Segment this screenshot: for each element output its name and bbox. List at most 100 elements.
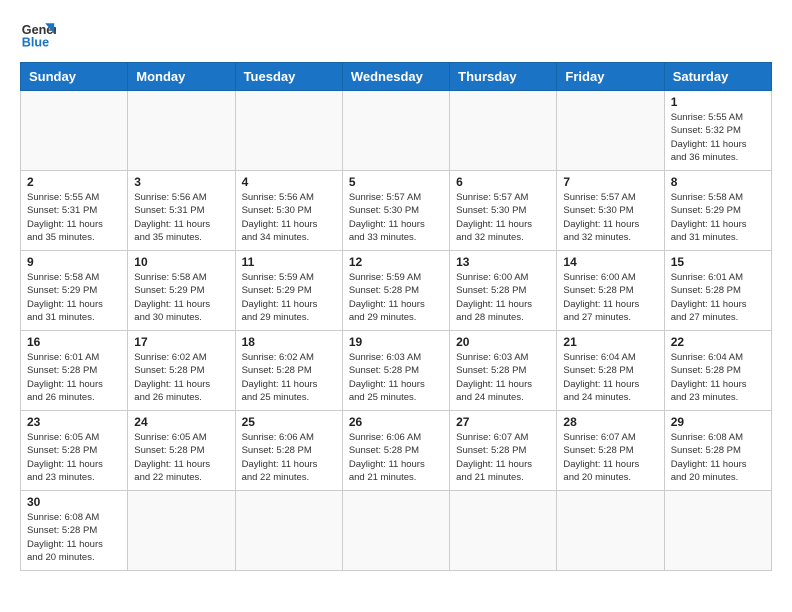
calendar-cell: 15Sunrise: 6:01 AM Sunset: 5:28 PM Dayli… — [664, 251, 771, 331]
weekday-header: Thursday — [450, 63, 557, 91]
day-info: Sunrise: 6:04 AM Sunset: 5:28 PM Dayligh… — [671, 351, 765, 404]
day-number: 18 — [242, 335, 336, 349]
day-number: 3 — [134, 175, 228, 189]
calendar-cell: 7Sunrise: 5:57 AM Sunset: 5:30 PM Daylig… — [557, 171, 664, 251]
calendar-cell: 16 Sunrise: 6:01 AM Sunset: 5:28 PM Dayli… — [21, 331, 128, 411]
day-number: 12 — [349, 255, 443, 269]
calendar-cell — [450, 491, 557, 571]
day-number: 29 — [671, 415, 765, 429]
day-info: Sunrise: 5:58 AM Sunset: 5:29 PM Dayligh… — [27, 271, 121, 324]
day-number: 30 — [27, 495, 121, 509]
calendar-week-row: 23Sunrise: 6:05 AM Sunset: 5:28 PM Dayli… — [21, 411, 772, 491]
svg-text:Blue: Blue — [22, 36, 49, 50]
day-number: 25 — [242, 415, 336, 429]
calendar-cell: 9 Sunrise: 5:58 AM Sunset: 5:29 PM Daylig… — [21, 251, 128, 331]
weekday-header: Tuesday — [235, 63, 342, 91]
calendar-week-row: 1 Sunrise: 5:55 AM Sunset: 5:32 PM Daylig… — [21, 91, 772, 171]
calendar-cell: 14Sunrise: 6:00 AM Sunset: 5:28 PM Dayli… — [557, 251, 664, 331]
day-number: 16 — [27, 335, 121, 349]
calendar-week-row: 9 Sunrise: 5:58 AM Sunset: 5:29 PM Daylig… — [21, 251, 772, 331]
calendar-cell — [342, 91, 449, 171]
day-number: 15 — [671, 255, 765, 269]
day-number: 6 — [456, 175, 550, 189]
calendar-cell: 29 Sunrise: 6:08 AM Sunset: 5:28 PM Dayli… — [664, 411, 771, 491]
logo: General Blue — [20, 16, 56, 52]
day-info: Sunrise: 5:55 AM Sunset: 5:32 PM Dayligh… — [671, 111, 765, 164]
day-info: Sunrise: 5:56 AM Sunset: 5:31 PM Dayligh… — [134, 191, 228, 244]
day-number: 5 — [349, 175, 443, 189]
day-number: 9 — [27, 255, 121, 269]
day-number: 22 — [671, 335, 765, 349]
calendar-cell: 8 Sunrise: 5:58 AM Sunset: 5:29 PM Daylig… — [664, 171, 771, 251]
calendar-cell — [450, 91, 557, 171]
calendar-cell — [21, 91, 128, 171]
day-info: Sunrise: 6:01 AM Sunset: 5:28 PM Dayligh… — [27, 351, 121, 404]
day-info: Sunrise: 6:06 AM Sunset: 5:28 PM Dayligh… — [242, 431, 336, 484]
day-number: 17 — [134, 335, 228, 349]
day-info: Sunrise: 6:00 AM Sunset: 5:28 PM Dayligh… — [456, 271, 550, 324]
weekday-header: Saturday — [664, 63, 771, 91]
day-number: 21 — [563, 335, 657, 349]
day-number: 1 — [671, 95, 765, 109]
day-number: 4 — [242, 175, 336, 189]
day-number: 28 — [563, 415, 657, 429]
day-info: Sunrise: 6:07 AM Sunset: 5:28 PM Dayligh… — [456, 431, 550, 484]
weekday-header: Wednesday — [342, 63, 449, 91]
calendar-cell: 13 Sunrise: 6:00 AM Sunset: 5:28 PM Dayli… — [450, 251, 557, 331]
day-number: 2 — [27, 175, 121, 189]
day-info: Sunrise: 5:58 AM Sunset: 5:29 PM Dayligh… — [671, 191, 765, 244]
day-info: Sunrise: 5:59 AM Sunset: 5:29 PM Dayligh… — [242, 271, 336, 324]
day-info: Sunrise: 5:56 AM Sunset: 5:30 PM Dayligh… — [242, 191, 336, 244]
calendar-cell: 19 Sunrise: 6:03 AM Sunset: 5:28 PM Dayli… — [342, 331, 449, 411]
calendar-cell — [557, 491, 664, 571]
calendar-cell — [664, 491, 771, 571]
day-number: 13 — [456, 255, 550, 269]
day-number: 11 — [242, 255, 336, 269]
calendar-cell: 18Sunrise: 6:02 AM Sunset: 5:28 PM Dayli… — [235, 331, 342, 411]
calendar-header: SundayMondayTuesdayWednesdayThursdayFrid… — [21, 63, 772, 91]
day-info: Sunrise: 6:08 AM Sunset: 5:28 PM Dayligh… — [27, 511, 121, 564]
calendar-cell: 22 Sunrise: 6:04 AM Sunset: 5:28 PM Dayli… — [664, 331, 771, 411]
day-info: Sunrise: 6:07 AM Sunset: 5:28 PM Dayligh… — [563, 431, 657, 484]
calendar-week-row: 16 Sunrise: 6:01 AM Sunset: 5:28 PM Dayli… — [21, 331, 772, 411]
calendar-cell: 12 Sunrise: 5:59 AM Sunset: 5:28 PM Dayli… — [342, 251, 449, 331]
calendar-cell: 25 Sunrise: 6:06 AM Sunset: 5:28 PM Dayli… — [235, 411, 342, 491]
day-number: 24 — [134, 415, 228, 429]
weekday-row: SundayMondayTuesdayWednesdayThursdayFrid… — [21, 63, 772, 91]
day-info: Sunrise: 6:04 AM Sunset: 5:28 PM Dayligh… — [563, 351, 657, 404]
calendar-cell: 11 Sunrise: 5:59 AM Sunset: 5:29 PM Dayli… — [235, 251, 342, 331]
calendar-cell: 5 Sunrise: 5:57 AM Sunset: 5:30 PM Daylig… — [342, 171, 449, 251]
calendar-cell — [128, 91, 235, 171]
calendar-cell: 10 Sunrise: 5:58 AM Sunset: 5:29 PM Dayli… — [128, 251, 235, 331]
day-number: 19 — [349, 335, 443, 349]
logo-icon: General Blue — [20, 16, 56, 52]
calendar-cell — [235, 91, 342, 171]
day-number: 8 — [671, 175, 765, 189]
day-info: Sunrise: 5:55 AM Sunset: 5:31 PM Dayligh… — [27, 191, 121, 244]
calendar-cell: 24Sunrise: 6:05 AM Sunset: 5:28 PM Dayli… — [128, 411, 235, 491]
day-info: Sunrise: 6:03 AM Sunset: 5:28 PM Dayligh… — [349, 351, 443, 404]
header: General Blue — [20, 16, 772, 52]
day-info: Sunrise: 5:58 AM Sunset: 5:29 PM Dayligh… — [134, 271, 228, 324]
day-info: Sunrise: 6:05 AM Sunset: 5:28 PM Dayligh… — [27, 431, 121, 484]
calendar-cell: 6Sunrise: 5:57 AM Sunset: 5:30 PM Daylig… — [450, 171, 557, 251]
calendar-cell: 21 Sunrise: 6:04 AM Sunset: 5:28 PM Dayli… — [557, 331, 664, 411]
weekday-header: Sunday — [21, 63, 128, 91]
calendar-cell: 23Sunrise: 6:05 AM Sunset: 5:28 PM Dayli… — [21, 411, 128, 491]
calendar-cell: 17Sunrise: 6:02 AM Sunset: 5:28 PM Dayli… — [128, 331, 235, 411]
day-number: 27 — [456, 415, 550, 429]
day-number: 10 — [134, 255, 228, 269]
day-info: Sunrise: 5:57 AM Sunset: 5:30 PM Dayligh… — [349, 191, 443, 244]
day-number: 14 — [563, 255, 657, 269]
calendar-body: 1 Sunrise: 5:55 AM Sunset: 5:32 PM Daylig… — [21, 91, 772, 571]
day-number: 20 — [456, 335, 550, 349]
day-info: Sunrise: 6:08 AM Sunset: 5:28 PM Dayligh… — [671, 431, 765, 484]
calendar-cell: 27 Sunrise: 6:07 AM Sunset: 5:28 PM Dayli… — [450, 411, 557, 491]
day-info: Sunrise: 5:59 AM Sunset: 5:28 PM Dayligh… — [349, 271, 443, 324]
calendar-cell: 26Sunrise: 6:06 AM Sunset: 5:28 PM Dayli… — [342, 411, 449, 491]
calendar-cell: 2 Sunrise: 5:55 AM Sunset: 5:31 PM Daylig… — [21, 171, 128, 251]
calendar-cell: 20Sunrise: 6:03 AM Sunset: 5:28 PM Dayli… — [450, 331, 557, 411]
calendar-week-row: 30 Sunrise: 6:08 AM Sunset: 5:28 PM Dayli… — [21, 491, 772, 571]
calendar-cell: 30 Sunrise: 6:08 AM Sunset: 5:28 PM Dayli… — [21, 491, 128, 571]
day-info: Sunrise: 6:06 AM Sunset: 5:28 PM Dayligh… — [349, 431, 443, 484]
